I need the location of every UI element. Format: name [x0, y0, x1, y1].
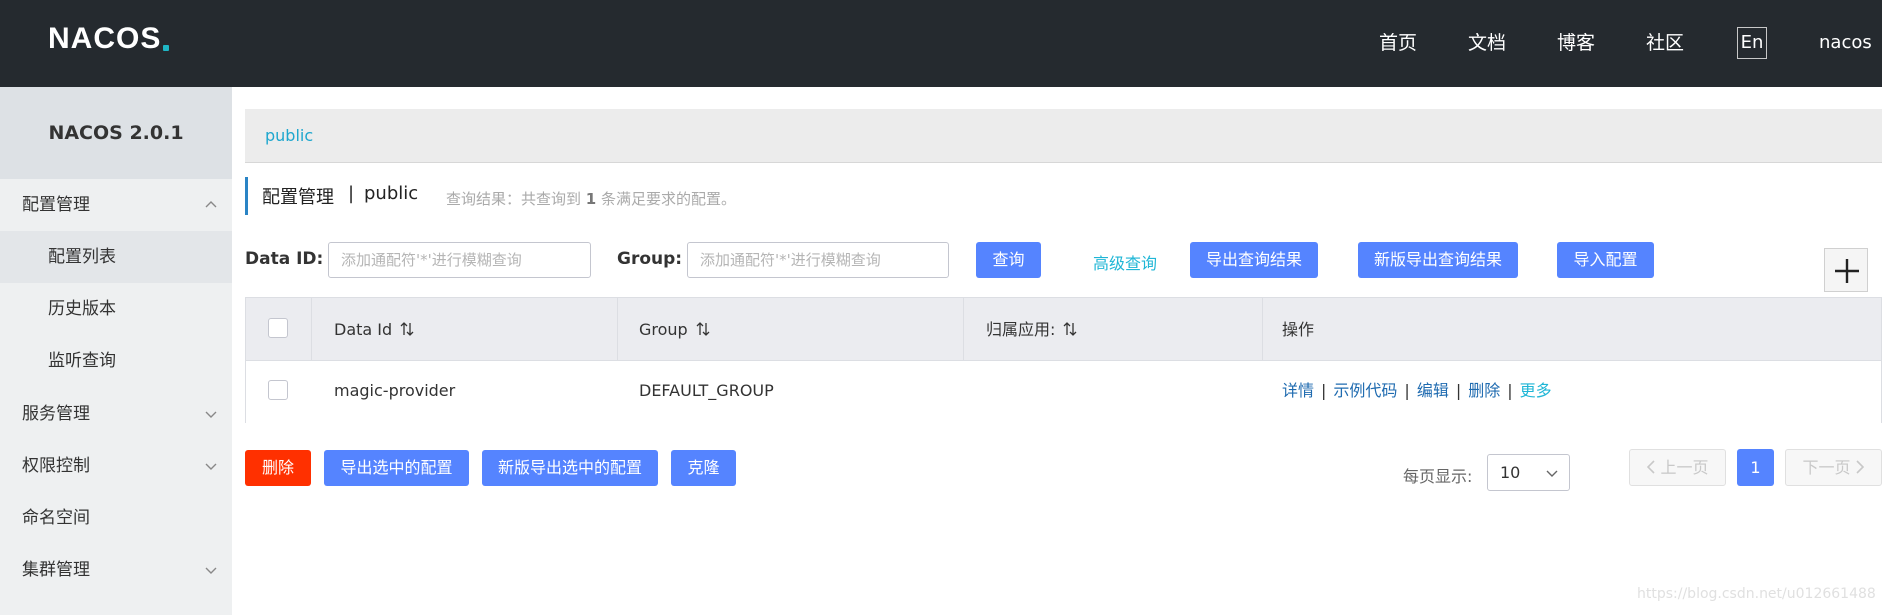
language-switch-button[interactable]: En: [1737, 27, 1767, 59]
column-header-data-id[interactable]: Data Id: [334, 320, 414, 340]
column-header-label: 归属应用:: [986, 320, 1056, 339]
page-number-current[interactable]: 1: [1737, 449, 1774, 486]
user-name[interactable]: nacos: [1819, 28, 1872, 58]
add-config-button[interactable]: [1824, 248, 1868, 292]
logo-text: NACOS: [48, 22, 162, 55]
title-accent-bar: [245, 177, 248, 215]
sidebar-item-config-list[interactable]: 配置列表: [0, 231, 232, 283]
op-separator: |: [1455, 381, 1462, 400]
sidebar-item-label: 历史版本: [48, 299, 116, 319]
prev-page-button[interactable]: 上一页: [1629, 449, 1726, 486]
watermark-text: https://blog.csdn.net/u012661488: [1637, 586, 1876, 602]
query-result-text: 查询结果：共查询到 1 条满足要求的配置。: [446, 188, 736, 209]
op-separator: |: [1404, 381, 1410, 400]
sort-icon: [696, 322, 710, 336]
nav-home[interactable]: 首页: [1379, 28, 1417, 58]
prev-page-label: 上一页: [1660, 458, 1709, 477]
new-export-results-button[interactable]: 新版导出查询结果: [1358, 242, 1518, 278]
sort-icon: [1063, 322, 1077, 336]
export-selected-button[interactable]: 导出选中的配置: [324, 450, 469, 486]
sidebar-item-label: 配置列表: [48, 247, 116, 267]
chevron-down-icon: [1546, 470, 1558, 477]
table-header: Data Id Group 归属应用: 操作: [246, 298, 1881, 361]
page-title-namespace: public: [364, 183, 419, 204]
namespace-bar: public: [245, 109, 1882, 163]
clone-button[interactable]: 克隆: [671, 450, 736, 486]
sidebar-item-label: 监听查询: [48, 351, 116, 371]
data-id-label: Data ID:: [245, 249, 324, 269]
sidebar-item-config-management[interactable]: 配置管理: [0, 179, 232, 231]
plus-icon: [1835, 259, 1859, 283]
group-label: Group:: [617, 249, 683, 269]
nav-blog[interactable]: 博客: [1557, 28, 1595, 58]
detail-link[interactable]: 详情: [1282, 381, 1314, 400]
nav-docs[interactable]: 文档: [1468, 28, 1506, 58]
chevron-up-icon: [205, 201, 217, 208]
sidebar-item-service-management[interactable]: 服务管理: [0, 388, 232, 440]
version-label: NACOS 2.0.1: [0, 87, 232, 179]
data-id-input[interactable]: [328, 242, 591, 278]
query-result-suffix: 条满足要求的配置。: [601, 190, 737, 208]
page-size-value: 10: [1500, 463, 1521, 482]
delete-selected-button[interactable]: 删除: [245, 450, 311, 486]
page-size-select[interactable]: 10: [1487, 454, 1570, 491]
column-header-label: Group: [639, 320, 688, 339]
delete-link[interactable]: 删除: [1468, 381, 1500, 400]
sidebar-item-history[interactable]: 历史版本: [0, 283, 232, 335]
cell-group: DEFAULT_GROUP: [639, 381, 774, 400]
select-all-checkbox[interactable]: [268, 318, 288, 338]
import-config-button[interactable]: 导入配置: [1557, 242, 1654, 278]
sidebar-item-label: 配置管理: [22, 195, 90, 215]
new-export-selected-button[interactable]: 新版导出选中的配置: [482, 450, 658, 486]
export-results-button[interactable]: 导出查询结果: [1190, 242, 1318, 278]
sidebar-item-label: 集群管理: [22, 560, 90, 580]
sidebar: NACOS 2.0.1 配置管理 配置列表 历史版本 监听查询 服务管理 权限控…: [0, 87, 232, 615]
query-button[interactable]: 查询: [976, 242, 1041, 278]
query-result-count: 1: [585, 190, 597, 208]
nacos-logo[interactable]: NACOS: [48, 22, 170, 56]
column-header-app[interactable]: 归属应用:: [986, 320, 1077, 340]
row-operations: 详情 | 示例代码 | 编辑 | 删除 | 更多: [1282, 381, 1552, 401]
group-input[interactable]: [687, 242, 949, 278]
page-title: 配置管理: [262, 187, 334, 208]
top-header: NACOS 首页 文档 博客 社区 En nacos: [0, 0, 1882, 87]
row-checkbox[interactable]: [268, 380, 288, 400]
title-separator: |: [348, 183, 355, 204]
sidebar-item-label: 权限控制: [22, 456, 90, 476]
next-page-label: 下一页: [1802, 458, 1851, 477]
sidebar-item-label: 服务管理: [22, 404, 90, 424]
cell-data-id: magic-provider: [334, 381, 456, 400]
chevron-right-icon: [1855, 460, 1864, 474]
config-table: Data Id Group 归属应用: 操作 magic-provider DE…: [245, 297, 1882, 423]
chevron-down-icon: [205, 463, 217, 470]
sidebar-item-access-control[interactable]: 权限控制: [0, 440, 232, 492]
sample-code-link[interactable]: 示例代码: [1333, 381, 1397, 400]
namespace-tab-public[interactable]: public: [265, 126, 313, 145]
sidebar-item-label: 命名空间: [22, 508, 90, 528]
column-header-operations: 操作: [1282, 320, 1315, 339]
sidebar-item-cluster-management[interactable]: 集群管理: [0, 544, 232, 596]
next-page-button[interactable]: 下一页: [1785, 449, 1882, 486]
chevron-left-icon: [1647, 460, 1656, 474]
chevron-down-icon: [205, 567, 217, 574]
table-row: magic-provider DEFAULT_GROUP 详情 | 示例代码 | 编辑 |…: [246, 361, 1881, 423]
edit-link[interactable]: 编辑: [1417, 381, 1449, 400]
sidebar-item-listener-query[interactable]: 监听查询: [0, 335, 232, 387]
sidebar-item-namespace[interactable]: 命名空间: [0, 492, 232, 544]
op-separator: |: [1507, 381, 1513, 400]
nav-community[interactable]: 社区: [1646, 28, 1684, 58]
column-header-label: Data Id: [334, 320, 393, 339]
page-size-label: 每页显示:: [1403, 467, 1473, 486]
op-separator: |: [1321, 381, 1327, 400]
column-header-group[interactable]: Group: [639, 320, 710, 340]
more-link[interactable]: 更多: [1520, 381, 1552, 400]
sort-icon: [400, 322, 414, 336]
advanced-query-link[interactable]: 高级查询: [1093, 250, 1157, 274]
logo-dot: [163, 45, 170, 51]
query-result-prefix: 查询结果：共查询到: [446, 190, 582, 208]
chevron-down-icon: [205, 411, 217, 418]
